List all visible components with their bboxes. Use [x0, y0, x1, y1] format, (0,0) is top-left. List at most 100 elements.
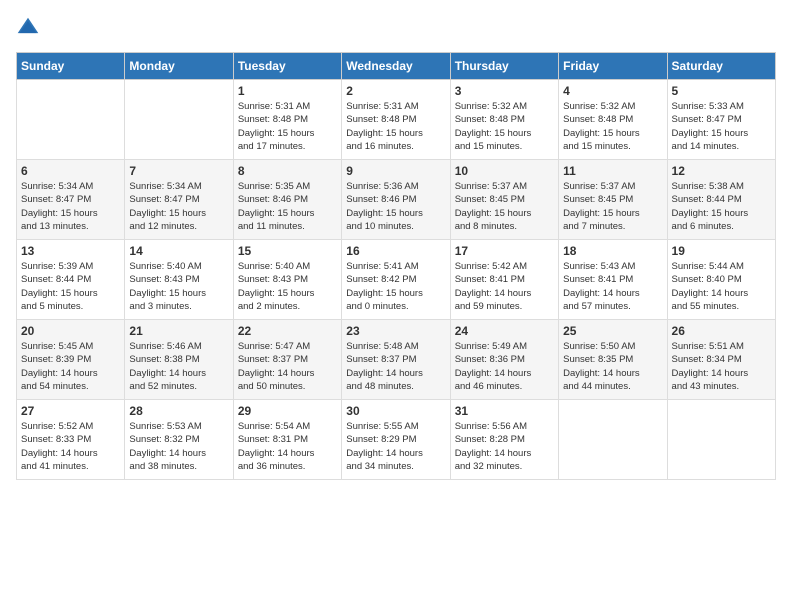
day-number: 1 [238, 84, 337, 98]
day-info: Sunrise: 5:52 AM Sunset: 8:33 PM Dayligh… [21, 420, 120, 473]
day-number: 8 [238, 164, 337, 178]
calendar-cell: 25 Sunrise: 5:50 AM Sunset: 8:35 PM Dayli… [559, 320, 667, 400]
calendar-cell: 26 Sunrise: 5:51 AM Sunset: 8:34 PM Dayli… [667, 320, 775, 400]
calendar-cell: 2Sunrise: 5:31 AM Sunset: 8:48 PM Daylig… [342, 80, 450, 160]
calendar-week-row: 1 Sunrise: 5:31 AM Sunset: 8:48 PM Daylig… [17, 80, 776, 160]
day-info: Sunrise: 5:51 AM Sunset: 8:34 PM Dayligh… [672, 340, 771, 393]
calendar-cell: 28 Sunrise: 5:53 AM Sunset: 8:32 PM Dayli… [125, 400, 233, 480]
day-number: 22 [238, 324, 337, 338]
column-header-saturday: Saturday [667, 53, 775, 80]
calendar-cell: 7Sunrise: 5:34 AM Sunset: 8:47 PM Daylig… [125, 160, 233, 240]
calendar-week-row: 13Sunrise: 5:39 AM Sunset: 8:44 PM Dayli… [17, 240, 776, 320]
day-number: 4 [563, 84, 662, 98]
day-number: 16 [346, 244, 445, 258]
day-info: Sunrise: 5:43 AM Sunset: 8:41 PM Dayligh… [563, 260, 662, 313]
calendar-cell: 11 Sunrise: 5:37 AM Sunset: 8:45 PM Dayli… [559, 160, 667, 240]
calendar-cell: 12 Sunrise: 5:38 AM Sunset: 8:44 PM Dayli… [667, 160, 775, 240]
day-info: Sunrise: 5:38 AM Sunset: 8:44 PM Dayligh… [672, 180, 771, 233]
day-number: 15 [238, 244, 337, 258]
day-number: 24 [455, 324, 554, 338]
column-header-friday: Friday [559, 53, 667, 80]
day-info: Sunrise: 5:47 AM Sunset: 8:37 PM Dayligh… [238, 340, 337, 393]
calendar-cell: 21 Sunrise: 5:46 AM Sunset: 8:38 PM Dayli… [125, 320, 233, 400]
day-info: Sunrise: 5:37 AM Sunset: 8:45 PM Dayligh… [563, 180, 662, 233]
day-number: 14 [129, 244, 228, 258]
day-info: Sunrise: 5:53 AM Sunset: 8:32 PM Dayligh… [129, 420, 228, 473]
logo [16, 16, 44, 40]
column-header-monday: Monday [125, 53, 233, 80]
day-number: 31 [455, 404, 554, 418]
calendar-cell: 3Sunrise: 5:32 AM Sunset: 8:48 PM Daylig… [450, 80, 558, 160]
day-info: Sunrise: 5:39 AM Sunset: 8:44 PM Dayligh… [21, 260, 120, 313]
day-info: Sunrise: 5:32 AM Sunset: 8:48 PM Dayligh… [563, 100, 662, 153]
calendar-week-row: 6 Sunrise: 5:34 AM Sunset: 8:47 PM Daylig… [17, 160, 776, 240]
calendar-cell: 20 Sunrise: 5:45 AM Sunset: 8:39 PM Dayli… [17, 320, 125, 400]
calendar-cell: 1 Sunrise: 5:31 AM Sunset: 8:48 PM Daylig… [233, 80, 341, 160]
day-info: Sunrise: 5:46 AM Sunset: 8:38 PM Dayligh… [129, 340, 228, 393]
column-header-wednesday: Wednesday [342, 53, 450, 80]
day-number: 21 [129, 324, 228, 338]
calendar-cell: 19 Sunrise: 5:44 AM Sunset: 8:40 PM Dayli… [667, 240, 775, 320]
calendar-cell: 31 Sunrise: 5:56 AM Sunset: 8:28 PM Dayli… [450, 400, 558, 480]
day-number: 5 [672, 84, 771, 98]
day-info: Sunrise: 5:41 AM Sunset: 8:42 PM Dayligh… [346, 260, 445, 313]
day-info: Sunrise: 5:40 AM Sunset: 8:43 PM Dayligh… [129, 260, 228, 313]
day-info: Sunrise: 5:34 AM Sunset: 8:47 PM Dayligh… [21, 180, 120, 233]
day-number: 18 [563, 244, 662, 258]
day-number: 12 [672, 164, 771, 178]
day-number: 6 [21, 164, 120, 178]
calendar-cell [17, 80, 125, 160]
day-info: Sunrise: 5:44 AM Sunset: 8:40 PM Dayligh… [672, 260, 771, 313]
day-info: Sunrise: 5:50 AM Sunset: 8:35 PM Dayligh… [563, 340, 662, 393]
day-info: Sunrise: 5:55 AM Sunset: 8:29 PM Dayligh… [346, 420, 445, 473]
calendar-cell: 29Sunrise: 5:54 AM Sunset: 8:31 PM Dayli… [233, 400, 341, 480]
calendar-cell: 24 Sunrise: 5:49 AM Sunset: 8:36 PM Dayli… [450, 320, 558, 400]
calendar-week-row: 20 Sunrise: 5:45 AM Sunset: 8:39 PM Dayli… [17, 320, 776, 400]
day-info: Sunrise: 5:49 AM Sunset: 8:36 PM Dayligh… [455, 340, 554, 393]
column-header-tuesday: Tuesday [233, 53, 341, 80]
calendar-cell: 17 Sunrise: 5:42 AM Sunset: 8:41 PM Dayli… [450, 240, 558, 320]
calendar-header-row: SundayMondayTuesdayWednesdayThursdayFrid… [17, 53, 776, 80]
calendar-cell: 6 Sunrise: 5:34 AM Sunset: 8:47 PM Daylig… [17, 160, 125, 240]
calendar-cell: 14 Sunrise: 5:40 AM Sunset: 8:43 PM Dayli… [125, 240, 233, 320]
calendar-cell: 18 Sunrise: 5:43 AM Sunset: 8:41 PM Dayli… [559, 240, 667, 320]
calendar-cell: 15 Sunrise: 5:40 AM Sunset: 8:43 PM Dayli… [233, 240, 341, 320]
calendar-week-row: 27 Sunrise: 5:52 AM Sunset: 8:33 PM Dayli… [17, 400, 776, 480]
page-header [16, 16, 776, 40]
day-number: 19 [672, 244, 771, 258]
calendar-cell: 30 Sunrise: 5:55 AM Sunset: 8:29 PM Dayli… [342, 400, 450, 480]
day-info: Sunrise: 5:42 AM Sunset: 8:41 PM Dayligh… [455, 260, 554, 313]
day-number: 27 [21, 404, 120, 418]
day-number: 11 [563, 164, 662, 178]
day-info: Sunrise: 5:48 AM Sunset: 8:37 PM Dayligh… [346, 340, 445, 393]
calendar-cell: 22 Sunrise: 5:47 AM Sunset: 8:37 PM Dayli… [233, 320, 341, 400]
day-info: Sunrise: 5:45 AM Sunset: 8:39 PM Dayligh… [21, 340, 120, 393]
day-number: 20 [21, 324, 120, 338]
day-info: Sunrise: 5:37 AM Sunset: 8:45 PM Dayligh… [455, 180, 554, 233]
column-header-sunday: Sunday [17, 53, 125, 80]
day-info: Sunrise: 5:33 AM Sunset: 8:47 PM Dayligh… [672, 100, 771, 153]
day-number: 3 [455, 84, 554, 98]
day-info: Sunrise: 5:31 AM Sunset: 8:48 PM Dayligh… [238, 100, 337, 153]
calendar-cell: 16 Sunrise: 5:41 AM Sunset: 8:42 PM Dayli… [342, 240, 450, 320]
day-info: Sunrise: 5:36 AM Sunset: 8:46 PM Dayligh… [346, 180, 445, 233]
day-info: Sunrise: 5:40 AM Sunset: 8:43 PM Dayligh… [238, 260, 337, 313]
calendar-table: SundayMondayTuesdayWednesdayThursdayFrid… [16, 52, 776, 480]
day-number: 10 [455, 164, 554, 178]
calendar-cell: 8Sunrise: 5:35 AM Sunset: 8:46 PM Daylig… [233, 160, 341, 240]
logo-icon [16, 16, 40, 40]
day-number: 30 [346, 404, 445, 418]
day-info: Sunrise: 5:34 AM Sunset: 8:47 PM Dayligh… [129, 180, 228, 233]
calendar-cell [559, 400, 667, 480]
day-number: 28 [129, 404, 228, 418]
calendar-cell: 5 Sunrise: 5:33 AM Sunset: 8:47 PM Daylig… [667, 80, 775, 160]
day-number: 9 [346, 164, 445, 178]
day-number: 25 [563, 324, 662, 338]
day-number: 17 [455, 244, 554, 258]
day-info: Sunrise: 5:56 AM Sunset: 8:28 PM Dayligh… [455, 420, 554, 473]
day-number: 26 [672, 324, 771, 338]
calendar-cell: 4 Sunrise: 5:32 AM Sunset: 8:48 PM Daylig… [559, 80, 667, 160]
day-number: 29 [238, 404, 337, 418]
calendar-cell: 13Sunrise: 5:39 AM Sunset: 8:44 PM Dayli… [17, 240, 125, 320]
calendar-cell: 10 Sunrise: 5:37 AM Sunset: 8:45 PM Dayli… [450, 160, 558, 240]
